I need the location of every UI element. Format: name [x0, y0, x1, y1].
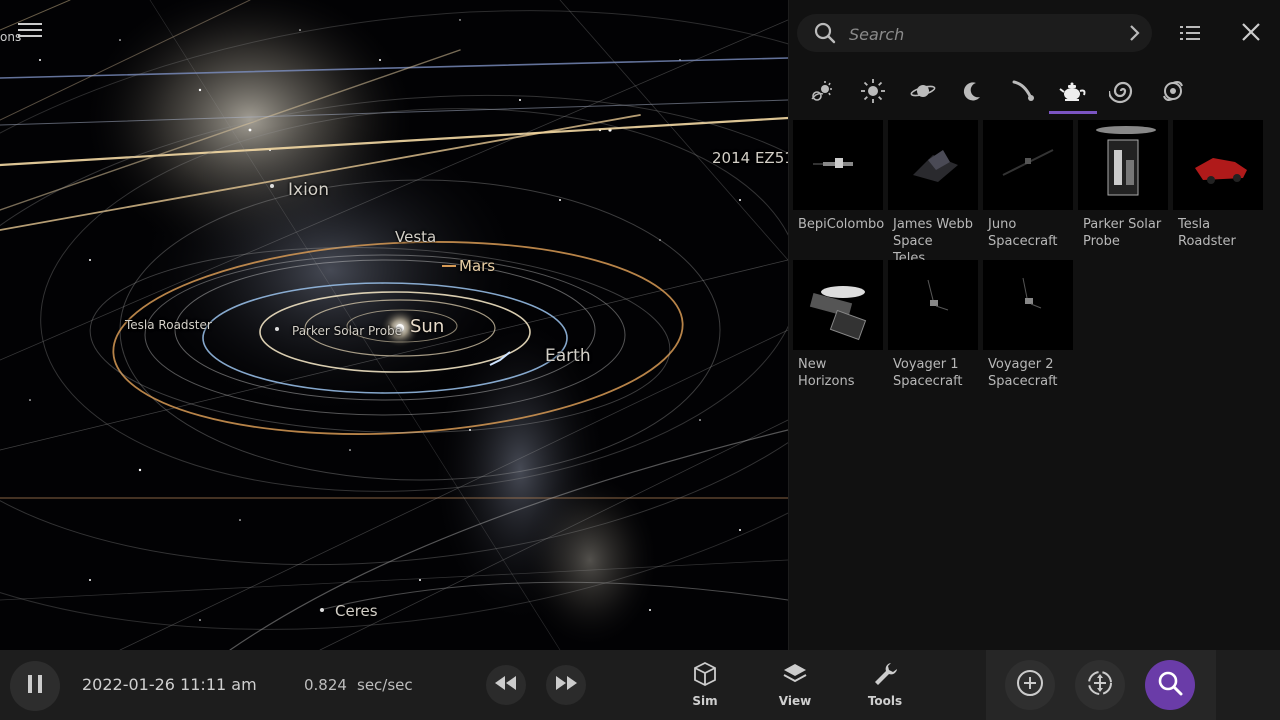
search-toggle-button[interactable] — [1145, 660, 1195, 710]
view-label: View — [778, 694, 812, 708]
tab-all[interactable] — [799, 72, 847, 114]
result-label: New Horizons — [798, 357, 855, 389]
tab-planets[interactable] — [899, 72, 947, 114]
label-earth[interactable]: Earth — [545, 346, 591, 366]
tools-label: Tools — [867, 694, 903, 708]
thumbnail — [983, 260, 1073, 350]
thumbnail — [888, 260, 978, 350]
planet-icon — [910, 78, 936, 108]
chevron-right-icon[interactable] — [1125, 23, 1145, 43]
result-label: BepiColombo — [798, 217, 885, 232]
label-2014-ez51[interactable]: 2014 EZ51 — [712, 149, 788, 167]
result-bepicolombo[interactable]: BepiColombo — [793, 120, 885, 233]
label-tesla-roadster[interactable]: Tesla Roadster — [125, 318, 212, 332]
result-label: Voyager 1 Spacecraft — [893, 357, 963, 389]
sim-date[interactable]: 2022-01-26 11:11 am — [82, 675, 257, 694]
tab-spacecraft[interactable] — [1049, 72, 1097, 114]
all-icon — [810, 78, 836, 108]
result-voyager-1[interactable]: Voyager 1 Spacecraft — [888, 260, 978, 390]
label-ixion[interactable]: Ixion — [288, 180, 329, 200]
view-menu-button[interactable]: View — [760, 660, 830, 708]
sim-menu-button[interactable]: Sim — [670, 660, 740, 708]
thumbnail — [1173, 120, 1263, 210]
search-icon — [813, 21, 837, 45]
label-sun[interactable]: Sun — [410, 316, 444, 337]
result-new-horizons[interactable]: New Horizons — [793, 260, 883, 390]
fast-forward-button[interactable] — [546, 665, 586, 705]
time-rate-value[interactable]: 0.824 — [304, 676, 347, 694]
label-parker-solar-probe[interactable]: Parker Solar Probe — [292, 324, 402, 338]
thumbnail — [793, 260, 883, 350]
moon-icon — [960, 78, 986, 108]
category-tabs — [799, 72, 1183, 116]
star-icon — [860, 78, 886, 108]
layers-icon — [781, 664, 809, 692]
thumbnail — [793, 120, 883, 210]
swirl-icon — [1160, 78, 1186, 108]
label-ceres[interactable]: Ceres — [335, 602, 378, 620]
result-label: Parker Solar Probe — [1083, 217, 1162, 249]
add-button[interactable] — [1005, 660, 1055, 710]
result-tesla-roadster[interactable]: Tesla Roadster — [1173, 120, 1263, 250]
result-label: Tesla Roadster — [1178, 217, 1236, 249]
tab-stars[interactable] — [849, 72, 897, 114]
galaxy-icon — [1107, 77, 1137, 109]
close-icon[interactable] — [1239, 20, 1263, 44]
spacecraft-teapot-icon — [1059, 79, 1087, 107]
bottom-toolbar: 2022-01-26 11:11 am 0.824 sec/sec Sim Vi… — [0, 650, 1280, 720]
tab-other[interactable] — [1149, 72, 1197, 114]
hamburger-menu-icon[interactable] — [18, 20, 42, 40]
ceres-marker — [320, 608, 324, 612]
pause-icon — [26, 674, 44, 698]
pause-button[interactable] — [10, 661, 60, 711]
comet-icon — [1010, 78, 1036, 108]
result-parker-solar-probe[interactable]: Parker Solar Probe — [1078, 120, 1168, 250]
search-input[interactable] — [847, 18, 1121, 50]
tab-galaxies[interactable] — [1099, 72, 1147, 114]
tab-comets[interactable] — [999, 72, 1047, 114]
cube-icon — [691, 661, 719, 692]
thumbnail — [888, 120, 978, 210]
result-label: Juno Spacecraft — [988, 217, 1058, 249]
wrench-icon — [871, 663, 899, 692]
action-buttons — [986, 650, 1216, 720]
fast-forward-icon — [554, 675, 578, 695]
space-viewport[interactable]: ons Ixion Vesta Mars Sun Earth Parker So… — [0, 0, 788, 650]
search-box — [797, 14, 1152, 52]
sim-label: Sim — [692, 694, 718, 708]
result-juno[interactable]: Juno Spacecraft — [983, 120, 1073, 250]
plus-circle-icon — [1015, 668, 1045, 702]
parker-marker — [275, 327, 279, 331]
rewind-button[interactable] — [486, 665, 526, 705]
ixion-marker — [270, 184, 274, 188]
tools-menu-button[interactable]: Tools — [850, 660, 920, 708]
label-vesta[interactable]: Vesta — [395, 228, 436, 246]
search-panel: BepiColombo James Webb Space Teles... Ju… — [788, 0, 1280, 650]
rewind-icon — [494, 675, 518, 695]
label-mars[interactable]: Mars — [459, 257, 495, 275]
thumbnail — [1078, 120, 1168, 210]
result-label: Voyager 2 Spacecraft — [988, 357, 1058, 389]
thumbnail — [983, 120, 1073, 210]
orbit-camera-icon — [1084, 667, 1116, 703]
orbit-camera-button[interactable] — [1075, 660, 1125, 710]
tab-moons[interactable] — [949, 72, 997, 114]
result-james-webb[interactable]: James Webb Space Teles... — [888, 120, 978, 267]
result-voyager-2[interactable]: Voyager 2 Spacecraft — [983, 260, 1073, 390]
time-rate-unit: sec/sec — [357, 676, 413, 694]
list-view-icon[interactable] — [1177, 20, 1203, 46]
search-icon — [1157, 670, 1183, 700]
milky-way-haze — [520, 470, 660, 650]
